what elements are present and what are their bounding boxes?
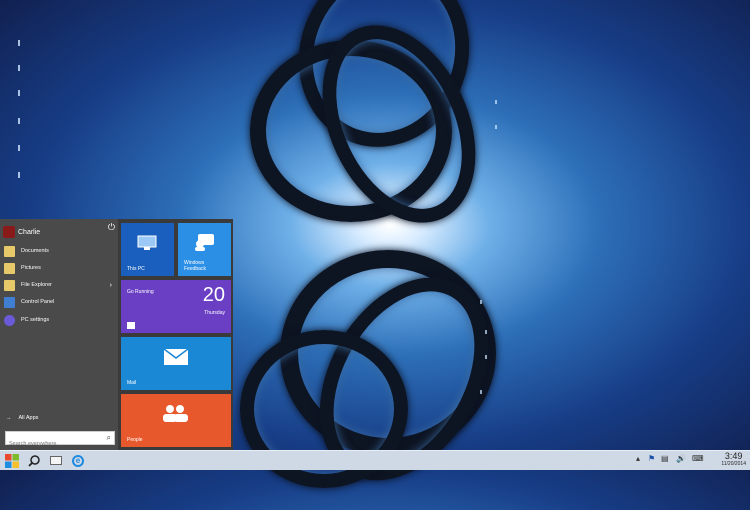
start-menu: Charlie ⏻ Documents Pictures File Explor… [0, 219, 233, 450]
start-item-control-panel[interactable]: Control Panel [4, 294, 116, 310]
tile-date-number: 20 [202, 284, 225, 306]
tile-label: This PC [127, 266, 145, 272]
mail-icon [163, 348, 189, 365]
taskbar: e ▴ ⚑ ▤ 🔊 ⌨ 3:49 11/20/2014 [0, 450, 750, 470]
tile-event-title: Go Running [127, 289, 154, 295]
chevron-right-icon[interactable]: › [110, 282, 112, 289]
folder-icon [4, 279, 15, 291]
taskbar-internet-explorer[interactable]: e [68, 452, 88, 469]
start-menu-left-pane: Charlie ⏻ Documents Pictures File Explor… [0, 219, 118, 450]
tile-label: Mail [127, 380, 137, 386]
task-view-icon [50, 456, 62, 465]
user-name: Charlie [18, 228, 41, 236]
people-icon [163, 405, 188, 422]
feedback-icon [195, 234, 214, 251]
start-item-label: File Explorer [21, 282, 52, 288]
internet-explorer-icon: e [72, 454, 84, 467]
power-icon[interactable]: ⏻ [108, 222, 115, 233]
folder-icon [4, 262, 15, 274]
all-apps-label: All Apps [18, 415, 39, 421]
tray-overflow-icon[interactable]: ▴ [636, 454, 640, 463]
start-item-file-explorer[interactable]: File Explorer › [4, 277, 116, 293]
task-view-button[interactable] [46, 452, 66, 469]
start-item-label: PC settings [21, 317, 50, 323]
tile-calendar[interactable]: Go Running 20 Thursday [121, 280, 231, 333]
computer-icon [137, 235, 157, 250]
start-item-documents[interactable]: Documents [4, 243, 116, 259]
tile-windows-feedback[interactable]: Windows Feedback [178, 223, 231, 276]
all-apps-button[interactable]: → All Apps [6, 415, 38, 421]
tile-people[interactable]: People [121, 394, 231, 447]
avatar [3, 226, 15, 238]
folder-icon [4, 245, 15, 257]
clock-time: 3:49 [724, 451, 743, 461]
start-item-label: Documents [21, 248, 49, 254]
tile-date-day: Thursday [204, 310, 225, 316]
start-item-label: Control Panel [21, 299, 55, 305]
control-panel-icon [4, 296, 15, 308]
start-item-pc-settings[interactable]: PC settings [4, 312, 116, 328]
search-input[interactable] [6, 438, 102, 450]
volume-icon[interactable]: 🔊 [676, 454, 686, 463]
arrow-right-icon: → [6, 415, 12, 421]
user-account[interactable]: Charlie [3, 223, 118, 241]
action-center-flag-icon[interactable]: ⚑ [648, 454, 655, 463]
tile-this-pc[interactable]: This PC [121, 223, 174, 276]
tile-label: People [127, 437, 143, 443]
network-icon[interactable]: ▤ [661, 454, 669, 463]
tile-mail[interactable]: Mail [121, 337, 231, 390]
windows-logo-icon [5, 453, 19, 468]
taskbar-search-button[interactable] [24, 452, 44, 469]
start-item-label: Pictures [21, 265, 41, 271]
search-icon [28, 454, 40, 467]
clock-date: 11/20/2014 [721, 461, 746, 467]
taskbar-clock[interactable]: 3:49 11/20/2014 [721, 451, 746, 468]
gear-icon [4, 314, 15, 326]
start-button[interactable] [2, 452, 22, 469]
search-icon[interactable]: ⌕ [107, 433, 111, 443]
keyboard-icon[interactable]: ⌨ [692, 454, 704, 463]
tile-label: Windows Feedback [184, 260, 206, 272]
start-item-pictures[interactable]: Pictures [4, 260, 116, 276]
calendar-icon [127, 322, 135, 329]
start-search-box[interactable]: ⌕ [5, 431, 115, 450]
